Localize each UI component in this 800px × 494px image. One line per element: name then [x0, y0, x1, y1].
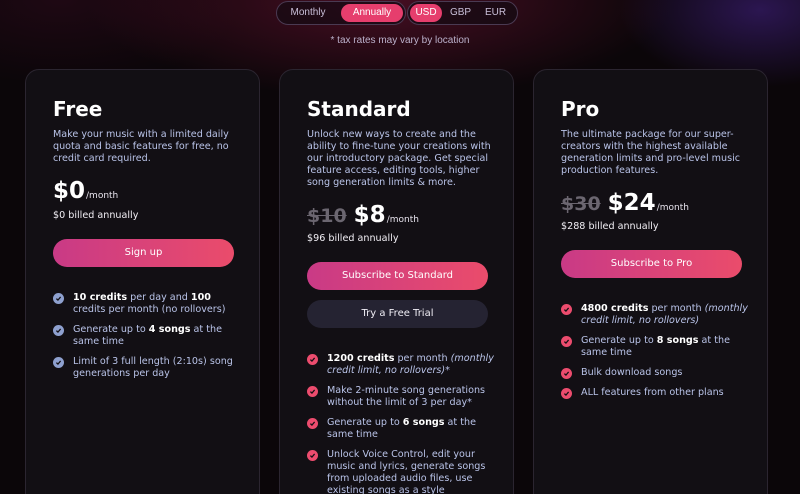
billed-annually: $96 billed annually	[307, 233, 399, 244]
feature-list: 4800 credits per month (monthly credit l…	[561, 303, 751, 407]
plan-description: Unlock new ways to create and the abilit…	[307, 129, 491, 188]
feature-item: Generate up to 4 songs at the same time	[53, 324, 243, 348]
sign-up-button[interactable]: Sign up	[53, 239, 234, 267]
feature-list: 10 credits per day and 100 credits per m…	[53, 292, 243, 388]
feature-list: 1200 credits per month (monthly credit l…	[307, 353, 497, 494]
currency-option-usd[interactable]: USD	[410, 4, 442, 22]
check-icon	[561, 388, 572, 399]
price: $8	[353, 202, 386, 228]
billed-annually: $288 billed annually	[561, 221, 659, 232]
feature-item: Make 2-minute song generations without t…	[307, 385, 497, 409]
feature-item: 4800 credits per month (monthly credit l…	[561, 303, 751, 327]
feature-item: Limit of 3 full length (2:10s) song gene…	[53, 356, 243, 380]
subscribe-standard-button[interactable]: Subscribe to Standard	[307, 262, 488, 290]
billing-period-toggle[interactable]: Monthly Annually	[276, 1, 406, 25]
check-icon	[307, 354, 318, 365]
plan-card-standard: Standard Unlock new ways to create and t…	[279, 69, 514, 494]
currency-toggle[interactable]: USD GBP EUR	[407, 1, 518, 25]
plan-card-free: Free Make your music with a limited dail…	[25, 69, 260, 494]
price-row: $0 /month	[53, 178, 118, 204]
feature-item: Bulk download songs	[561, 367, 751, 379]
tax-note: * tax rates may vary by location	[330, 35, 470, 46]
old-price: $10	[307, 205, 347, 227]
billing-option-monthly[interactable]: Monthly	[279, 4, 337, 22]
check-icon	[307, 418, 318, 429]
plan-description: Make your music with a limited daily quo…	[53, 129, 229, 164]
old-price: $30	[561, 193, 601, 215]
price-period: /month	[386, 215, 419, 225]
price-row: $30 $24 /month	[561, 190, 689, 216]
price-period: /month	[656, 203, 689, 213]
plan-card-pro: Pro The ultimate package for our super-c…	[533, 69, 768, 494]
billed-annually: $0 billed annually	[53, 210, 139, 221]
price: $24	[607, 190, 656, 216]
plan-name: Standard	[307, 97, 411, 121]
plan-name: Free	[53, 97, 103, 121]
check-icon	[561, 336, 572, 347]
free-trial-button[interactable]: Try a Free Trial	[307, 300, 488, 328]
feature-item: 1200 credits per month (monthly credit l…	[307, 353, 497, 377]
feature-item: Generate up to 6 songs at the same time	[307, 417, 497, 441]
price: $0	[53, 178, 86, 204]
plan-name: Pro	[561, 97, 600, 121]
check-icon	[561, 304, 572, 315]
subscribe-pro-button[interactable]: Subscribe to Pro	[561, 250, 742, 278]
price-row: $10 $8 /month	[307, 202, 419, 228]
check-icon	[307, 450, 318, 461]
check-icon	[53, 357, 64, 368]
check-icon	[307, 386, 318, 397]
feature-item: Generate up to 8 songs at the same time	[561, 335, 751, 359]
price-period: /month	[86, 191, 119, 201]
check-icon	[53, 325, 64, 336]
plan-description: The ultimate package for our super-creat…	[561, 129, 741, 176]
feature-item: ALL features from other plans	[561, 387, 751, 399]
check-icon	[561, 368, 572, 379]
feature-item: Unlock Voice Control, edit your music an…	[307, 449, 497, 494]
currency-option-gbp[interactable]: GBP	[444, 4, 477, 22]
billing-option-annually[interactable]: Annually	[341, 4, 403, 22]
pricing-toggles: Monthly Annually USD GBP EUR	[0, 1, 800, 25]
check-icon	[53, 293, 64, 304]
feature-item: 10 credits per day and 100 credits per m…	[53, 292, 243, 316]
currency-option-eur[interactable]: EUR	[479, 4, 512, 22]
